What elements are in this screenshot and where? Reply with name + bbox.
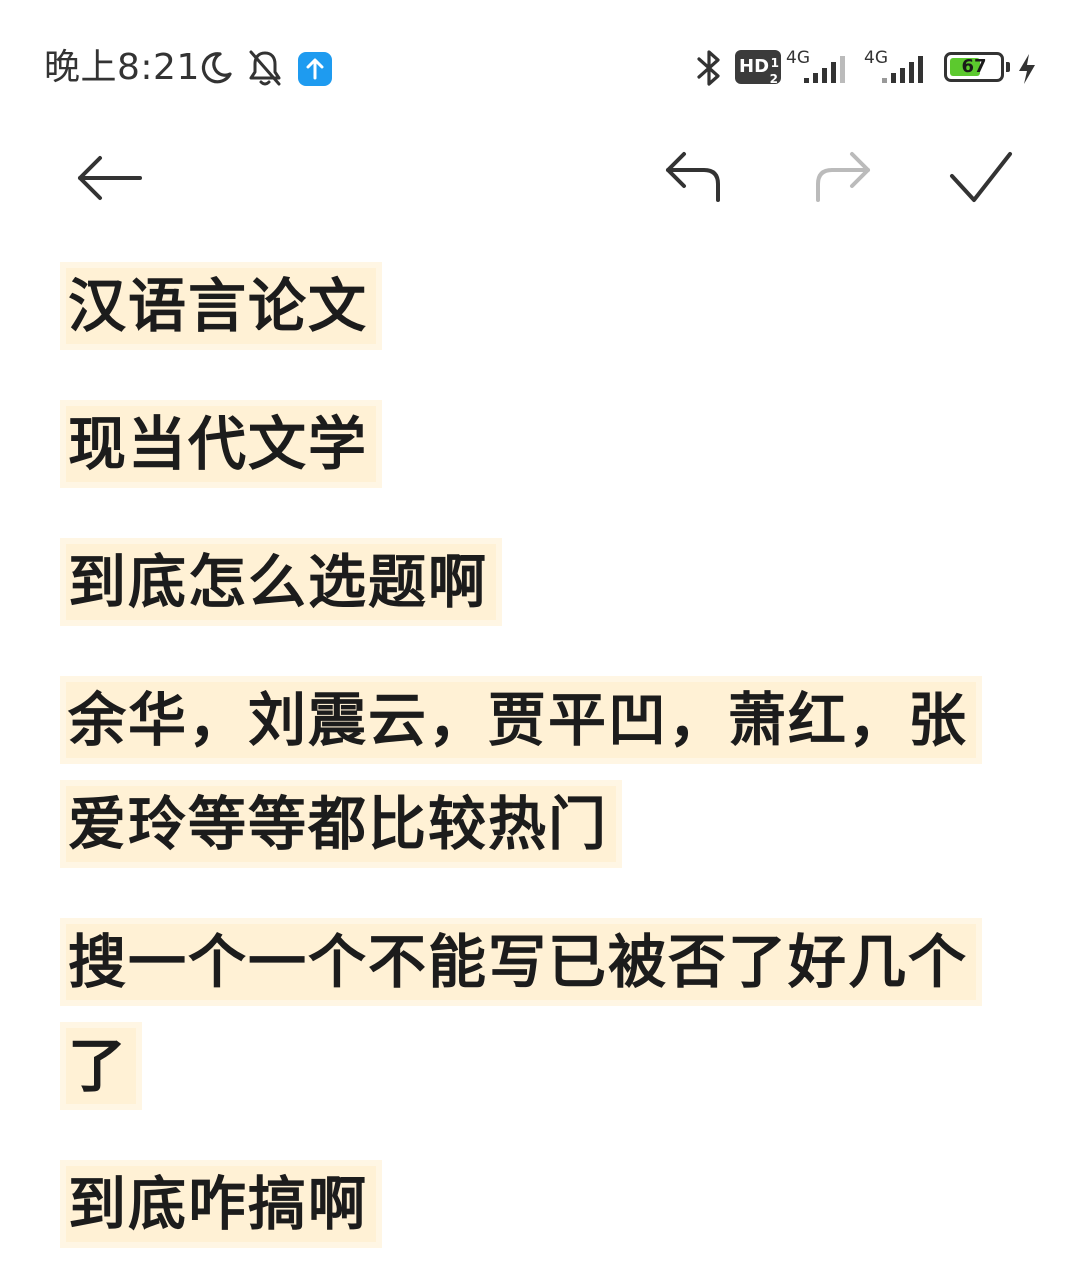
note-line: 到底怎么选题啊 (66, 530, 1026, 634)
back-arrow-icon (78, 156, 142, 200)
signal-icon (882, 56, 923, 83)
hd-label: HD (739, 56, 770, 77)
signal-icon (804, 56, 845, 83)
hd-sub: 2 (769, 72, 778, 86)
battery-tip (1006, 62, 1010, 72)
bluetooth-icon (697, 50, 720, 86)
undo-button[interactable] (660, 148, 730, 211)
status-time: 晚上8:21 (44, 47, 200, 88)
check-icon (950, 152, 1012, 202)
redo-button[interactable] (806, 148, 876, 211)
note-line: 到底咋搞啊 (66, 1152, 1026, 1256)
battery-icon: 67 (944, 52, 1004, 82)
note-line-text: 汉语言论文 (66, 268, 377, 344)
note-line-text: 余华，刘震云，贾平凹，萧红，张爱玲等等都比较热门 (66, 682, 977, 862)
charging-icon (1019, 54, 1035, 84)
note-line: 汉语言论文 (66, 254, 1026, 358)
done-button[interactable] (946, 148, 1016, 211)
hd-volte-badge: HD 1 2 (735, 50, 781, 86)
note-line-text: 到底咋搞啊 (66, 1166, 377, 1242)
note-line: 现当代文学 (66, 392, 1026, 496)
battery-percent: 67 (961, 56, 987, 77)
undo-icon (666, 152, 720, 202)
notes-editor-screen: 晚上8:21 HD 1 2 4G 4G 67 汉语言论文 现当代文学 到底怎么选… (0, 0, 1080, 1278)
note-line-text: 现当代文学 (66, 406, 377, 482)
note-line: 搜一个一个不能写已被否了好几个了 (66, 910, 1026, 1118)
moon-icon (201, 52, 232, 84)
bell-off-icon (249, 50, 281, 86)
redo-icon (816, 152, 870, 202)
note-line: 余华，刘震云，贾平凹，萧红，张爱玲等等都比较热门 (66, 668, 1026, 876)
note-line-text: 搜一个一个不能写已被否了好几个了 (66, 924, 977, 1104)
upload-app-icon (298, 52, 332, 86)
back-button[interactable] (70, 148, 146, 211)
note-line-text: 到底怎么选题啊 (66, 544, 497, 620)
status-bar: 晚上8:21 HD 1 2 4G 4G 67 (0, 0, 1080, 130)
note-body[interactable]: 汉语言论文 现当代文学 到底怎么选题啊 余华，刘震云，贾平凹，萧红，张爱玲等等都… (66, 254, 1026, 1278)
